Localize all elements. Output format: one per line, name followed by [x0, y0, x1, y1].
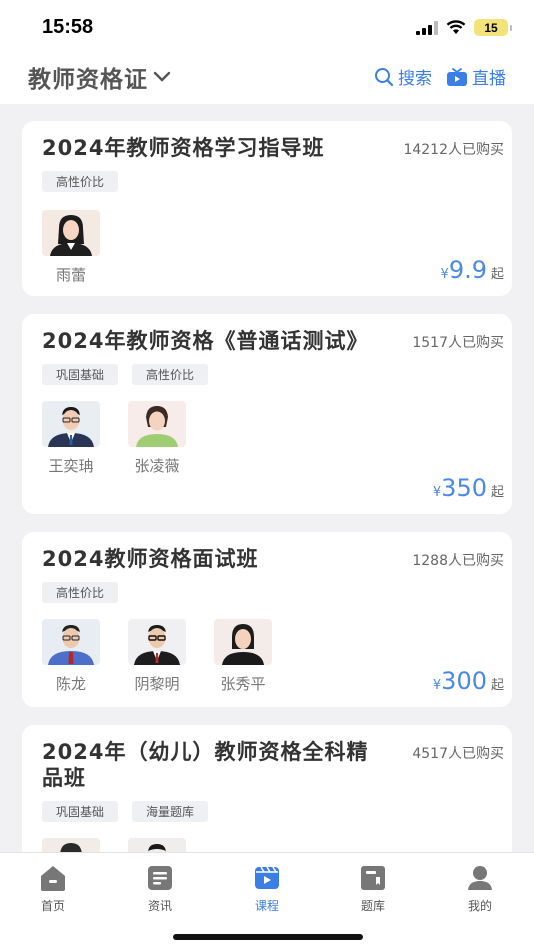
tab-label: 资讯	[147, 899, 172, 913]
price-currency: ¥	[440, 267, 449, 282]
teacher-name: 雨蕾	[55, 266, 86, 284]
search-label: 搜索	[398, 69, 432, 89]
page-title: 教师资格证	[28, 67, 148, 93]
tab-courses[interactable]: 课程	[237, 863, 297, 914]
header: 教师资格证 搜索 直播	[0, 56, 534, 104]
course-tag: 巩固基础	[42, 801, 119, 822]
course-tag: 高性价比	[42, 171, 119, 192]
home-icon	[41, 866, 65, 891]
course-title: 2024年（幼儿）教师资格全科精品班	[42, 740, 369, 790]
battery-indicator: 15	[474, 19, 512, 36]
teacher-avatar	[214, 619, 272, 665]
course-card[interactable]: 2024年教师资格《普通话测试》 1517人已购买 巩固基础 高性价比 王奕珃 …	[22, 314, 512, 514]
purchase-count: 1517人已购买	[412, 335, 504, 351]
price-suffix: 起	[490, 267, 504, 282]
teacher-avatar	[42, 210, 100, 256]
teacher-avatar	[128, 619, 186, 665]
tab-question-bank[interactable]: 题库	[343, 863, 403, 914]
course-tag: 高性价比	[132, 364, 209, 385]
search-icon	[375, 67, 394, 86]
tab-home[interactable]: 首页	[23, 863, 83, 914]
price-value: 350	[441, 474, 487, 502]
teacher-avatar	[42, 401, 100, 447]
tab-label: 课程	[254, 899, 279, 913]
question-bank-icon	[361, 866, 385, 890]
purchase-count: 4517人已购买	[412, 746, 504, 762]
course-tag: 高性价比	[42, 582, 119, 603]
price-suffix: 起	[490, 485, 504, 500]
search-button[interactable]: 搜索	[374, 64, 432, 89]
price: ¥ 300 起	[433, 667, 504, 695]
teacher-name: 阴黎明	[134, 675, 180, 693]
price-currency: ¥	[432, 678, 442, 693]
course-tag: 巩固基础	[42, 364, 119, 385]
price-suffix: 起	[490, 678, 504, 693]
teacher[interactable]: 张秀平	[214, 619, 272, 694]
signal-icon	[416, 20, 438, 35]
price: ¥ 9.9 起	[441, 256, 504, 284]
tab-label: 我的	[467, 899, 492, 913]
price-value: 300	[441, 667, 487, 695]
news-icon	[148, 866, 172, 890]
teacher[interactable]: 王奕珃	[42, 401, 100, 476]
price-value: 9.9	[448, 256, 487, 284]
chevron-down-icon	[153, 71, 171, 82]
price-currency: ¥	[432, 485, 442, 500]
teacher-name: 张秀平	[220, 675, 266, 693]
teacher-name: 张凌薇	[134, 457, 180, 475]
tab-news[interactable]: 资讯	[130, 863, 190, 914]
live-label: 直播	[472, 69, 506, 89]
teacher[interactable]: 陈龙	[42, 619, 100, 694]
course-tag: 海量题库	[132, 801, 209, 822]
course-title: 2024年教师资格《普通话测试》	[42, 329, 369, 353]
status-icons: 15	[416, 19, 512, 36]
course-card[interactable]: 2024年教师资格学习指导班 14212人已购买 高性价比 雨蕾 ¥ 9.9 起	[22, 121, 512, 296]
purchase-count: 14212人已购买	[403, 142, 504, 158]
price: ¥ 350 起	[433, 474, 504, 502]
purchase-count: 1288人已购买	[412, 553, 504, 569]
teacher[interactable]: 张凌薇	[128, 401, 186, 476]
home-indicator	[173, 934, 363, 940]
course-list: 2024年教师资格学习指导班 14212人已购买 高性价比 雨蕾 ¥ 9.9 起…	[22, 121, 512, 943]
course-title: 2024年教师资格学习指导班	[42, 136, 325, 160]
teacher-avatar	[128, 401, 186, 447]
live-button[interactable]: 直播	[446, 64, 506, 89]
status-bar: 15:58 15	[0, 0, 534, 56]
wifi-icon	[446, 20, 466, 34]
course-title: 2024教师资格面试班	[42, 547, 259, 571]
status-time: 15:58	[42, 16, 94, 38]
profile-icon	[468, 866, 492, 890]
course-icon	[255, 866, 279, 889]
teacher-name: 王奕珃	[48, 457, 94, 475]
tab-label: 首页	[40, 899, 65, 913]
tab-profile[interactable]: 我的	[450, 863, 510, 914]
live-tv-icon	[447, 67, 467, 86]
category-selector[interactable]: 教师资格证	[28, 60, 172, 94]
course-card[interactable]: 2024教师资格面试班 1288人已购买 高性价比 陈龙 阴黎明 张秀平 ¥ 3…	[22, 532, 512, 707]
teacher[interactable]: 雨蕾	[42, 210, 100, 285]
teacher-name: 陈龙	[55, 675, 86, 693]
teacher-avatar	[42, 619, 100, 665]
teacher[interactable]: 阴黎明	[128, 619, 186, 694]
tab-label: 题库	[360, 899, 385, 913]
